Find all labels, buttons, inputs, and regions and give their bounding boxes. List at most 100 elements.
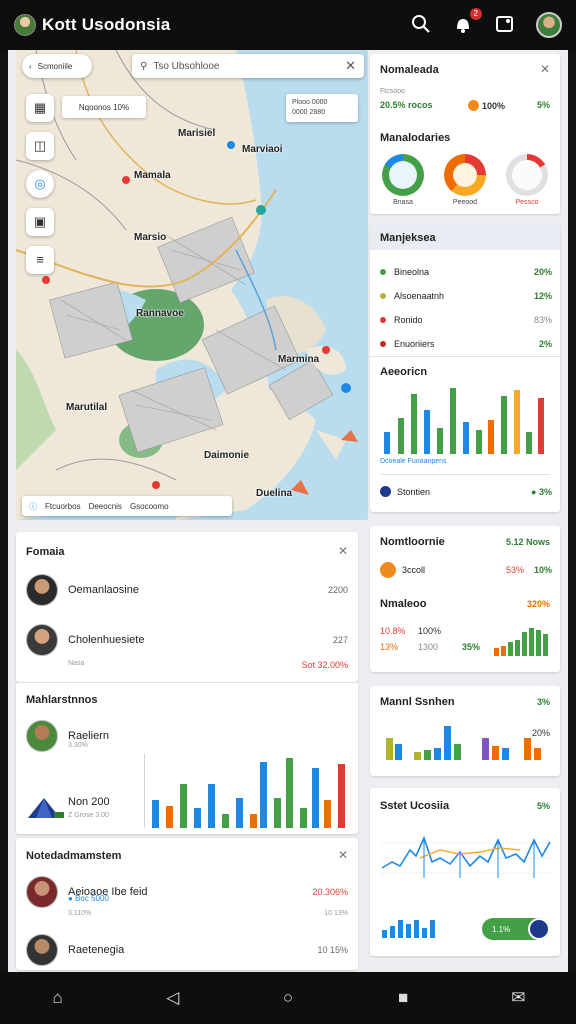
donut-1[interactable]: Bnasa xyxy=(382,154,424,206)
map-bottom-item[interactable]: Ftcuorbos xyxy=(45,502,81,511)
person-sub: ● Boc 5000 xyxy=(68,894,109,903)
metric-row[interactable]: Bineolna 20% xyxy=(380,260,552,284)
metric-c: 13% xyxy=(380,642,399,652)
stat-rate: 20.5% rocos xyxy=(380,100,433,110)
person-name: Cholenhuesiete xyxy=(68,634,145,646)
map-legend: Plooo 0000 0000 2880 xyxy=(286,94,358,122)
toggle-knob xyxy=(528,918,550,940)
close-icon[interactable]: ✕ xyxy=(338,544,348,558)
metric-row[interactable]: Alsoenaatnh 12% xyxy=(380,284,552,308)
summary-card: Nomaleada ✕ Ftcsooo 20.5% rocos 100% 5% … xyxy=(370,54,560,214)
clear-search-icon[interactable]: ✕ xyxy=(345,58,356,74)
chart-caption: Dcoeale Fuoaanpens xyxy=(380,458,447,465)
grid-icon[interactable]: ▣ xyxy=(26,208,54,236)
mini-bar-chart xyxy=(494,628,548,656)
map-place-label: Marviaoi xyxy=(242,144,283,155)
top-actions: 2 xyxy=(410,8,562,38)
bar-chart-3 xyxy=(144,754,345,828)
person-value: 20.306% xyxy=(312,887,348,897)
puzzle-icon[interactable] xyxy=(494,14,516,36)
search-icon[interactable] xyxy=(410,14,432,36)
trend-value: 10% xyxy=(533,565,552,575)
card-value: 5% xyxy=(536,801,550,811)
person-sub: 3.30% xyxy=(68,742,88,749)
donut-ring xyxy=(506,154,548,196)
list-item[interactable]: Oemanlaosine 2200 xyxy=(26,574,348,606)
trend-card: Nomtloornie 5.12 Nows 3ccoll 53% 10% Nma… xyxy=(370,526,560,672)
close-icon[interactable]: ✕ xyxy=(540,62,550,76)
map-bottom-bar: ⓘ Ftcuorbos Deeocnis Gsocoomo xyxy=(22,496,232,516)
list-item[interactable]: Cholenhuesiete 227 xyxy=(26,624,348,656)
home-circle-icon[interactable]: ○ xyxy=(274,984,302,1012)
list-item[interactable]: Raetenegia 10 15% xyxy=(26,934,348,966)
map-search-input[interactable]: Tso Ubsohlooe xyxy=(153,61,219,72)
metric-row[interactable]: Ronido 83% xyxy=(380,308,552,332)
map-place-label: Duelina xyxy=(256,488,293,499)
person-value: 10 15% xyxy=(317,945,348,955)
toggle-label: 1.1% xyxy=(492,924,511,934)
person-value: 227 xyxy=(332,635,348,645)
map-place-label: Marmina xyxy=(278,354,320,365)
donut-label: Bnasa xyxy=(393,199,413,206)
trend-row[interactable]: 3ccoll 53% 10% xyxy=(380,562,552,578)
legend-line: Plooo 0000 xyxy=(292,99,328,106)
user-avatar[interactable] xyxy=(536,12,562,38)
card-title: Nomtloornie xyxy=(380,536,445,548)
card-title: Fomaia xyxy=(26,546,65,558)
dashboard-content: ‹ Scmoniile ⚲ Tso Ubsohlooe ✕ ▦ ◫ ◎ ▣ ≡ … xyxy=(8,50,568,972)
map-filter-chip[interactable]: Nqoonos 10% xyxy=(62,96,146,118)
tent-icon xyxy=(26,794,66,818)
system-nav-bar: ⌂ ◁ ○ ■ ✉ xyxy=(0,972,576,1024)
activity-card: Mahlarstnnos Raeliern 3.30% Non 200 Z Gr… xyxy=(16,682,358,834)
map-back-button[interactable]: ‹ Scmoniile xyxy=(22,54,92,78)
donut-ring xyxy=(382,154,424,196)
map-place-label: Rannavoe xyxy=(136,308,184,319)
notifications-icon[interactable]: 2 xyxy=(452,8,482,36)
map-bottom-item[interactable]: Deeocnis xyxy=(89,502,122,511)
section-title: Manalodaries xyxy=(380,132,451,144)
locate-icon[interactable]: ◎ xyxy=(26,170,54,198)
layers-icon[interactable]: ▦ xyxy=(26,94,54,122)
card-title: Sstet Ucosiia xyxy=(380,800,450,812)
metrics-card: Manjeksea Bineolna 20% Alsoenaatnh 12% Ron… xyxy=(370,224,560,512)
footer-row[interactable]: Stontien ● 3% xyxy=(380,486,552,497)
map-bottom-item[interactable]: Gsocoomo xyxy=(130,502,169,511)
app-logo-avatar[interactable] xyxy=(14,14,36,36)
trend-value: 53% xyxy=(505,565,524,575)
device-frame: Kott Usodonsia 2 ‹ Scmoniile ⚲ Tso Ubsoh… xyxy=(0,0,576,1024)
donut-label: Pessco xyxy=(515,199,539,206)
metric-a: 10.8% xyxy=(380,626,406,636)
metric-label: Enuoriiers xyxy=(394,339,435,349)
back-icon[interactable]: ◁ xyxy=(159,984,187,1012)
home-icon[interactable]: ⌂ xyxy=(44,984,72,1012)
map-search-bar[interactable]: ⚲ Tso Ubsohlooe ✕ xyxy=(132,54,364,78)
avatar xyxy=(26,876,58,908)
status-icon xyxy=(380,486,391,497)
metric-value: 2% xyxy=(538,339,552,349)
metric-label: Ronido xyxy=(394,315,423,325)
inbox-icon[interactable]: ✉ xyxy=(504,984,532,1012)
notification-badge: 2 xyxy=(469,8,482,20)
line-chart xyxy=(380,835,552,878)
item-name: Non 200 xyxy=(68,796,110,808)
metric-row[interactable]: Enuoriiers 2% xyxy=(380,332,552,356)
map-view[interactable]: ‹ Scmoniile ⚲ Tso Ubsohlooe ✕ ▦ ◫ ◎ ▣ ≡ … xyxy=(16,50,368,520)
map-place-label: Daimonie xyxy=(204,450,250,461)
stat-change: 5% xyxy=(536,100,550,110)
metric-value: 83% xyxy=(533,315,552,325)
map-back-label: Scmoniile xyxy=(37,61,73,71)
card-title: Manjeksea xyxy=(380,232,436,244)
recents-icon[interactable]: ■ xyxy=(389,984,417,1012)
status-toggle[interactable]: 1.1% xyxy=(482,918,550,940)
bookmark-icon[interactable]: ◫ xyxy=(26,132,54,160)
title-value: 5.12 Nows xyxy=(505,537,550,547)
chevron-left-icon: ‹ xyxy=(29,61,32,71)
list-item[interactable]: Aeioaoe Ibe feid 20.306% xyxy=(26,876,348,908)
card-value: 3% xyxy=(536,697,550,707)
comparison-card: Mannl Ssnhen 3% 20% xyxy=(370,686,560,776)
donut-2[interactable]: Peeood xyxy=(444,154,486,206)
card-title: Mannl Ssnhen xyxy=(380,696,455,708)
donut-3[interactable]: Pessco xyxy=(506,154,548,206)
close-icon[interactable]: ✕ xyxy=(338,848,348,862)
filter-icon[interactable]: ≡ xyxy=(26,246,54,274)
